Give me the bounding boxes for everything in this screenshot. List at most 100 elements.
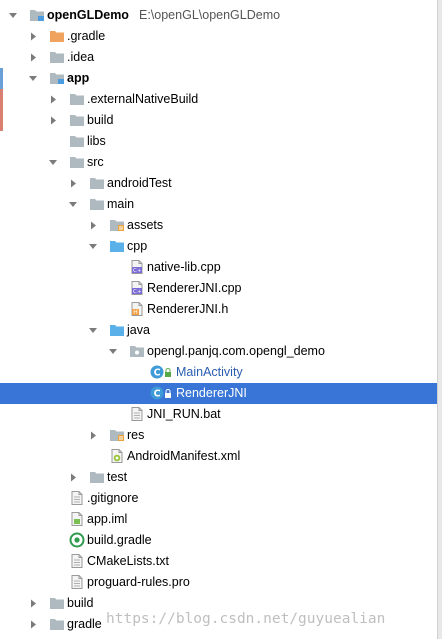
gradle-file-icon bbox=[69, 530, 85, 551]
tree-node[interactable]: C++ RendererJNI.cpp bbox=[0, 278, 437, 299]
tree-node-label: RendererJNI.cpp bbox=[147, 281, 242, 295]
svg-text:C: C bbox=[154, 389, 161, 400]
tree-node[interactable]: test bbox=[0, 467, 437, 488]
bat-file-icon bbox=[129, 404, 145, 425]
project-tree: openGLDemo E:\openGL\openGLDemo .gradle .id… bbox=[0, 0, 442, 639]
tree-node[interactable]: src bbox=[0, 152, 437, 173]
access-modifier-icon bbox=[164, 383, 172, 404]
chevron-right-icon[interactable] bbox=[28, 593, 38, 614]
tree-node-label: RendererJNI bbox=[176, 386, 247, 400]
change-marker bbox=[0, 110, 3, 131]
tree-node[interactable]: build.gradle bbox=[0, 530, 437, 551]
tree-node[interactable]: app bbox=[0, 68, 437, 89]
text-file-icon bbox=[69, 488, 85, 509]
text-file-icon bbox=[69, 572, 85, 593]
header-file-icon: H bbox=[129, 299, 145, 320]
svg-text:H: H bbox=[133, 309, 138, 316]
tree-node[interactable]: libs bbox=[0, 131, 437, 152]
folder-orange-icon bbox=[49, 26, 65, 47]
tree-node-label: MainActivity bbox=[176, 365, 243, 379]
chevron-down-icon[interactable] bbox=[108, 341, 118, 362]
tree-node-label: native-lib.cpp bbox=[147, 260, 221, 274]
svg-text:C: C bbox=[154, 368, 161, 379]
tree-node[interactable]: .idea bbox=[0, 47, 437, 68]
folder-gray-icon bbox=[69, 131, 85, 152]
class-icon: C bbox=[149, 383, 165, 404]
tree-node[interactable]: proguard-rules.pro bbox=[0, 572, 437, 593]
project-path: E:\openGL\openGLDemo bbox=[139, 8, 281, 22]
chevron-down-icon[interactable] bbox=[88, 236, 98, 257]
tree-node[interactable]: androidTest bbox=[0, 173, 437, 194]
chevron-down-icon[interactable] bbox=[48, 152, 58, 173]
vertical-scrollbar[interactable] bbox=[438, 0, 442, 639]
chevron-right-icon[interactable] bbox=[28, 47, 38, 68]
tree-node-label: JNI_RUN.bat bbox=[147, 407, 221, 421]
tree-node[interactable]: app.iml bbox=[0, 509, 437, 530]
tree-node-label: libs bbox=[87, 134, 106, 148]
tree-node[interactable]: C MainActivity bbox=[0, 362, 437, 383]
tree-node-label: androidTest bbox=[107, 176, 172, 190]
folder-gray-icon bbox=[49, 614, 65, 635]
tree-node-label: openGLDemo bbox=[47, 8, 129, 22]
chevron-down-icon[interactable] bbox=[68, 194, 78, 215]
tree-node[interactable]: C RendererJNI bbox=[0, 383, 437, 404]
class-icon: C bbox=[149, 362, 165, 383]
tree-node[interactable]: openGLDemo E:\openGL\openGLDemo bbox=[0, 5, 437, 26]
tree-node[interactable]: C++ native-lib.cpp bbox=[0, 257, 437, 278]
chevron-down-icon[interactable] bbox=[28, 68, 38, 89]
chevron-right-icon[interactable] bbox=[28, 614, 38, 635]
tree-node[interactable]: cpp bbox=[0, 236, 437, 257]
tree-node[interactable]: java bbox=[0, 320, 437, 341]
tree-node-label: .gitignore bbox=[87, 491, 139, 505]
tree-node-label: test bbox=[107, 470, 128, 484]
tree-node-label: app.iml bbox=[87, 512, 128, 526]
chevron-down-icon[interactable] bbox=[8, 5, 18, 26]
chevron-right-icon[interactable] bbox=[48, 89, 58, 110]
tree-node[interactable]: JNI_RUN.bat bbox=[0, 404, 437, 425]
tree-node[interactable]: assets bbox=[0, 215, 437, 236]
tree-node[interactable]: .gitignore bbox=[0, 488, 437, 509]
tree-node[interactable]: .gradle bbox=[0, 26, 437, 47]
tree-node[interactable]: main bbox=[0, 194, 437, 215]
tree-node-label: gradle bbox=[67, 617, 102, 631]
tree-node[interactable]: H RendererJNI.h bbox=[0, 299, 437, 320]
assets-folder-icon bbox=[109, 215, 125, 236]
svg-text:C++: C++ bbox=[133, 268, 145, 274]
chevron-right-icon[interactable] bbox=[88, 215, 98, 236]
manifest-file-icon bbox=[109, 446, 125, 467]
tree-node[interactable]: opengl.panjq.com.opengl_demo bbox=[0, 341, 437, 362]
access-modifier-icon bbox=[164, 362, 172, 383]
tree-node-label: .idea bbox=[67, 50, 95, 64]
tree-node-label: java bbox=[127, 323, 150, 337]
tree-node-label: build bbox=[87, 113, 114, 127]
chevron-right-icon[interactable] bbox=[48, 110, 58, 131]
cpp-file-icon: C++ bbox=[129, 278, 145, 299]
iml-file-icon bbox=[69, 509, 85, 530]
tree-node-label: assets bbox=[127, 218, 164, 232]
tree-node[interactable]: .externalNativeBuild bbox=[0, 89, 437, 110]
svg-text:C++: C++ bbox=[133, 289, 145, 295]
folder-gray-icon bbox=[49, 47, 65, 68]
tree-node-label: build.gradle bbox=[87, 533, 152, 547]
tree-node-label: app bbox=[67, 71, 90, 85]
tree-node[interactable]: AndroidManifest.xml bbox=[0, 446, 437, 467]
chevron-right-icon[interactable] bbox=[88, 425, 98, 446]
folder-gray-icon bbox=[69, 110, 85, 131]
chevron-right-icon[interactable] bbox=[68, 467, 78, 488]
tree-node[interactable]: res bbox=[0, 425, 437, 446]
chevron-right-icon[interactable] bbox=[28, 26, 38, 47]
tree-node-label: AndroidManifest.xml bbox=[127, 449, 241, 463]
folder-blue-icon bbox=[109, 320, 125, 341]
tree-node-label: build bbox=[67, 596, 94, 610]
module-folder-icon bbox=[49, 68, 65, 89]
tree-node-label: src bbox=[87, 155, 104, 169]
cpp-file-icon: C++ bbox=[129, 257, 145, 278]
tree-node-label: opengl.panjq.com.opengl_demo bbox=[147, 344, 325, 358]
text-file-icon bbox=[69, 551, 85, 572]
chevron-down-icon[interactable] bbox=[88, 320, 98, 341]
tree-node[interactable]: CMakeLists.txt bbox=[0, 551, 437, 572]
change-marker bbox=[0, 89, 3, 110]
res-folder-icon bbox=[109, 425, 125, 446]
chevron-right-icon[interactable] bbox=[68, 173, 78, 194]
tree-node[interactable]: build bbox=[0, 110, 437, 131]
